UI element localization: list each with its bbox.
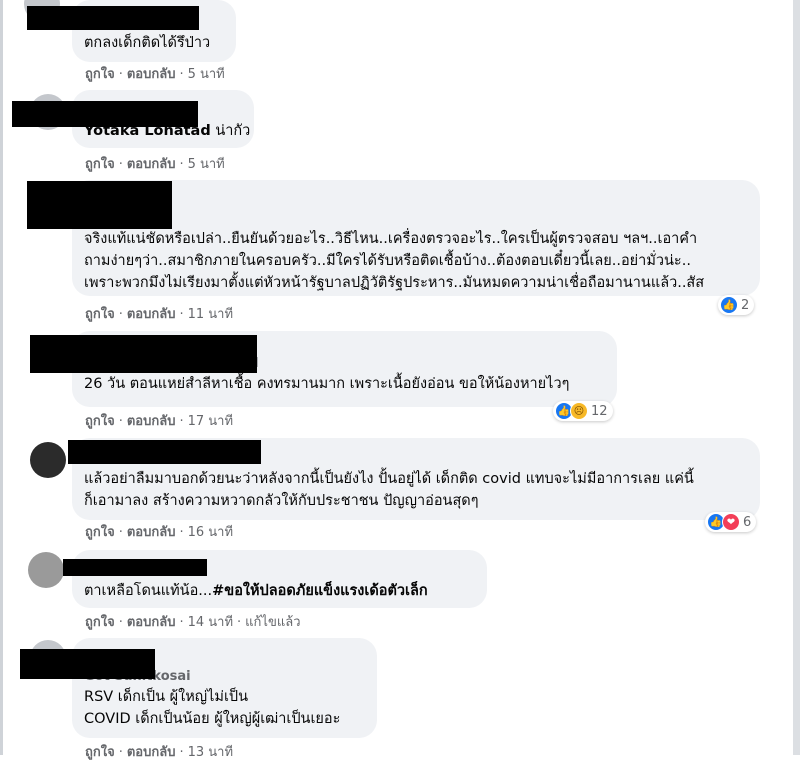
reply-link[interactable]: ตอบกลับ xyxy=(127,745,176,760)
comment-text: เพราะพวกมึงไม่เรียงมาตั้งแต่หัวหน้ารัฐบา… xyxy=(84,275,705,291)
timestamp[interactable]: 17 นาที xyxy=(188,414,233,429)
avatar[interactable] xyxy=(30,442,66,478)
timestamp[interactable]: 14 นาที xyxy=(188,615,233,630)
comment-actions: ถูกใจ · ตอบกลับ · 17 นาที xyxy=(85,414,234,429)
reaction-count: 6 xyxy=(743,514,752,530)
timestamp[interactable]: 5 นาที xyxy=(188,157,225,172)
redacted-name xyxy=(68,440,261,464)
comment-actions: ถูกใจ · ตอบกลับ · 16 นาที xyxy=(85,525,234,540)
timestamp[interactable]: 11 นาที xyxy=(188,307,233,322)
reaction-summary[interactable]: 👍 ❤ 6 xyxy=(705,512,757,532)
like-link[interactable]: ถูกใจ xyxy=(85,67,115,82)
reply-link[interactable]: ตอบกลับ xyxy=(127,307,176,322)
timestamp[interactable]: 16 นาที xyxy=(188,525,233,540)
comment-text: ตกลงเด็กติดได้รึป่าว xyxy=(84,35,211,51)
redacted-name xyxy=(30,335,257,373)
like-link[interactable]: ถูกใจ xyxy=(85,307,115,322)
like-reaction-icon: 👍 xyxy=(720,296,738,314)
window-border-left xyxy=(0,0,3,755)
comment-text: COVID เด็กเป็นน้อย ผู้ใหญ่ผู้เฒ่าเป็นเยอ… xyxy=(84,711,341,727)
comment-text: ตาเหลือโดนแท้น้อ...#ขอให้ปลอดภัยแข็งแรงเ… xyxy=(84,583,428,599)
timestamp[interactable]: 5 นาที xyxy=(188,67,225,82)
reaction-count: 2 xyxy=(741,297,750,313)
reaction-summary[interactable]: 👍 ☹ 12 xyxy=(553,401,613,421)
comment-text: ก็เอามาลง สร้างความหวาดกลัวให้กับประชาชน… xyxy=(84,493,479,509)
comment-text: ถามง่ายๆว่า..สมาชิกภายในครอบครัว..มีใครไ… xyxy=(84,253,691,269)
reply-link[interactable]: ตอบกลับ xyxy=(127,157,176,172)
edited-label[interactable]: แก้ไขแล้ว xyxy=(245,615,300,630)
hashtag-link[interactable]: #ขอให้ปลอดภัยแข็งแรงเด้อตัวเล็ก xyxy=(212,583,428,599)
avatar[interactable] xyxy=(28,552,64,588)
comment-text: 26 วัน ตอนแหย่สำลีหาเชื้อ คงทรมานมาก เพร… xyxy=(84,376,570,392)
like-link[interactable]: ถูกใจ xyxy=(85,414,115,429)
comment-text: RSV เด็กเป็น ผู้ใหญ่ไม่เป็น xyxy=(84,689,249,705)
redacted-name xyxy=(63,559,207,576)
comment-text: แล้วอย่าลืมมาบอกด้วยนะว่าหลังจากนี้เป็นย… xyxy=(84,471,694,487)
reply-link[interactable]: ตอบกลับ xyxy=(127,67,176,82)
comment-actions: ถูกใจ · ตอบกลับ · 5 นาที xyxy=(85,157,225,172)
comment-actions: ถูกใจ · ตอบกลับ · 11 นาที xyxy=(85,307,234,322)
comment-actions: ถูกใจ · ตอบกลับ · 14 นาที · แก้ไขแล้ว xyxy=(85,615,301,630)
sad-reaction-icon: ☹ xyxy=(570,402,588,420)
reply-link[interactable]: ตอบกลับ xyxy=(127,615,176,630)
like-link[interactable]: ถูกใจ xyxy=(85,615,115,630)
window-border-right xyxy=(793,0,800,755)
redacted-name xyxy=(27,6,199,30)
redacted-name xyxy=(20,649,155,679)
like-link[interactable]: ถูกใจ xyxy=(85,745,115,760)
comment-text: จริงแท้แน่ชัดหรือเปล่า..ยืนยันด้วยอะไร..… xyxy=(84,231,698,247)
like-link[interactable]: ถูกใจ xyxy=(85,157,115,172)
redacted-name xyxy=(12,101,198,127)
reply-link[interactable]: ตอบกลับ xyxy=(127,414,176,429)
love-reaction-icon: ❤ xyxy=(722,513,740,531)
like-link[interactable]: ถูกใจ xyxy=(85,525,115,540)
redacted-name xyxy=(27,181,172,229)
timestamp[interactable]: 13 นาที xyxy=(188,745,233,760)
reply-link[interactable]: ตอบกลับ xyxy=(127,525,176,540)
comment-actions: ถูกใจ · ตอบกลับ · 5 นาที xyxy=(85,67,225,82)
reaction-summary[interactable]: 👍 2 xyxy=(718,295,755,315)
comment-actions: ถูกใจ · ตอบกลับ · 13 นาที xyxy=(85,745,234,760)
reaction-count: 12 xyxy=(591,403,608,419)
comment-bubble: จริงแท้แน่ชัดหรือเปล่า..ยืนยันด้วยอะไร..… xyxy=(72,180,760,296)
